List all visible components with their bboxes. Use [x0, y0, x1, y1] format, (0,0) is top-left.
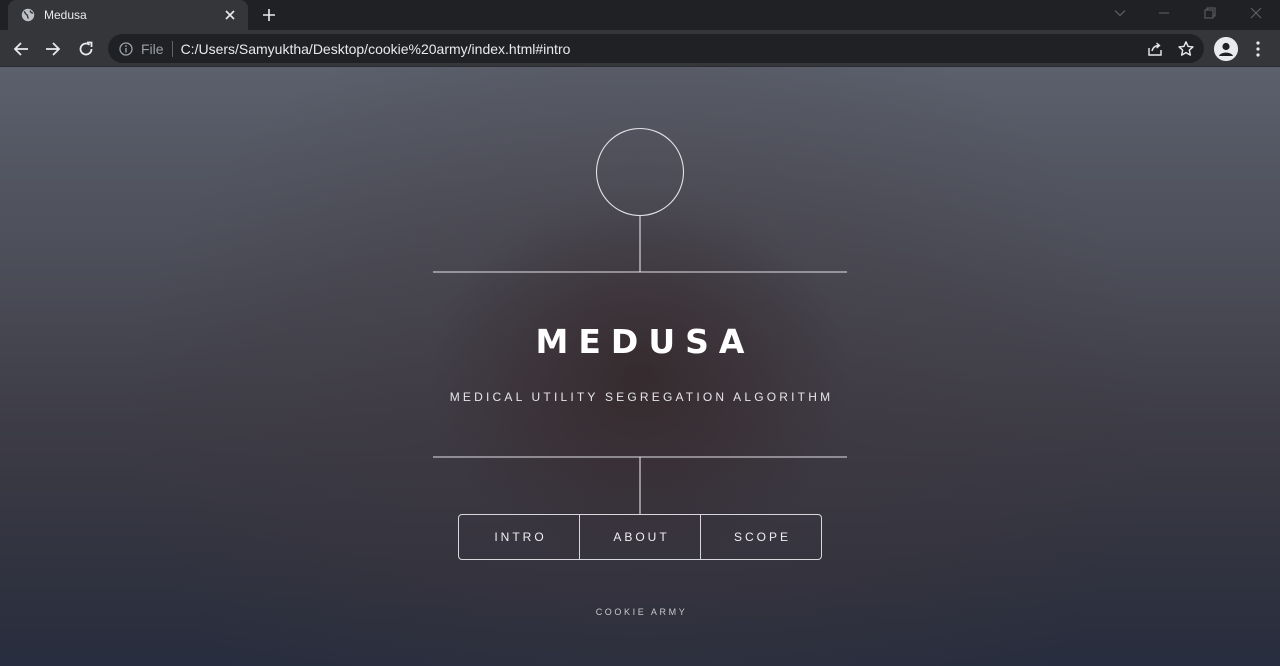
- plus-icon: [263, 9, 275, 21]
- page-title: MEDUSA: [535, 322, 755, 361]
- info-icon[interactable]: [119, 41, 133, 56]
- reload-button[interactable]: [72, 35, 100, 63]
- browser-menu-button[interactable]: [1248, 37, 1268, 61]
- forward-button[interactable]: [39, 35, 67, 63]
- tab-title: Medusa: [44, 8, 87, 22]
- url-text[interactable]: C:/Users/Samyuktha/Desktop/cookie%20army…: [181, 41, 571, 57]
- tab-search-button[interactable]: [1098, 0, 1142, 26]
- globe-icon: [20, 7, 36, 23]
- restore-icon: [1204, 7, 1216, 19]
- person-icon: [1214, 37, 1238, 61]
- browser-toolbar: File C:/Users/Samyuktha/Desktop/cookie%2…: [0, 30, 1280, 67]
- header-frame: [433, 127, 847, 514]
- close-icon: [1250, 7, 1262, 19]
- browser-tab[interactable]: Medusa: [8, 0, 248, 30]
- minimize-button[interactable]: [1142, 0, 1186, 26]
- back-button[interactable]: [7, 35, 35, 63]
- restore-button[interactable]: [1188, 0, 1232, 26]
- url-divider: [171, 40, 173, 57]
- bookmark-star-icon[interactable]: [1177, 40, 1195, 58]
- share-icon[interactable]: [1146, 40, 1164, 58]
- nav-intro-link[interactable]: INTRO: [459, 515, 579, 559]
- more-vertical-icon: [1256, 41, 1260, 57]
- tab-strip: Medusa: [0, 0, 1280, 30]
- page-subtitle: MEDICAL UTILITY SEGREGATION ALGORITHM: [449, 390, 834, 404]
- nav-scope-link[interactable]: SCOPE: [700, 515, 821, 559]
- arrow-left-icon: [13, 42, 28, 56]
- address-bar[interactable]: File C:/Users/Samyuktha/Desktop/cookie%2…: [108, 34, 1204, 63]
- close-tab-icon[interactable]: [222, 7, 238, 23]
- url-scheme-label: File: [141, 40, 164, 57]
- logo-circle: [595, 127, 685, 217]
- reload-icon: [79, 41, 93, 56]
- profile-avatar[interactable]: [1214, 37, 1238, 61]
- arrow-right-icon: [46, 42, 61, 56]
- footer-credit: COOKIE ARMY: [595, 607, 688, 617]
- main-nav: INTRO ABOUT SCOPE: [458, 514, 822, 560]
- nav-about-link[interactable]: ABOUT: [579, 515, 700, 559]
- close-window-button[interactable]: [1234, 0, 1278, 26]
- new-tab-button[interactable]: [258, 4, 280, 26]
- minimize-icon: [1159, 12, 1169, 14]
- page-content: MEDUSA MEDICAL UTILITY SEGREGATION ALGOR…: [0, 67, 1280, 666]
- chevron-down-icon: [1114, 10, 1126, 17]
